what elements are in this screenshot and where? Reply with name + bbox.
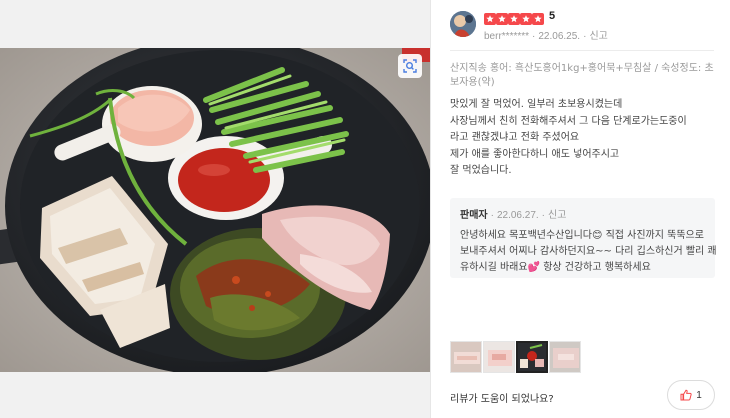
purchase-option: 산지직송 홍어: 흑산도홍어1kg+홍어묵+무침살 / 숙성정도: 초보자용(약… [450,63,714,88]
zoom-icon [403,59,417,73]
review-body: 맛있게 잘 먹었어. 일부러 초보용시켰는데 사장님께서 친히 전화해주셔서 그… [450,97,718,180]
thumbnail-4[interactable] [549,341,581,373]
review-line: 제가 애를 좋아한다하니 애도 넣어주시고 [450,148,620,160]
divider [450,50,714,51]
avatar [450,11,476,37]
seller-reply-header: 판매자 · 22.06.27. · 신고 [460,210,567,221]
rating-stars: 5 [484,10,556,25]
photo-thumbnails [450,341,582,373]
star-icon [484,10,496,25]
report-link[interactable]: 신고 [589,31,607,42]
thumbnail-2[interactable] [483,341,515,373]
review-line: 맛있게 잘 먹었어. 일부러 초보용시켰는데 [450,99,623,110]
review-line: 라고 괜찮겠냐고 전화 주셨어요 [450,132,580,143]
reviewer-username: berr******* [484,31,530,42]
seller-reply-body: 안녕하세요 목포백년수산입니다😊 직접 사진까지 뚝뚝으로 보내주셔서 어찌나 … [460,228,717,276]
review-photo-pane [0,0,430,418]
review-date: 22.06.25. [538,31,581,42]
seller-reply-line: 보내주셔서 어찌나 감사하던지요~~ 다리 깁스하신거 빨리 쾌 [460,246,717,257]
seller-reply-line: 안녕하세요 목포백년수산입니다😊 직접 사진까지 뚝뚝으로 [460,230,704,241]
star-icon [496,10,508,25]
photo-background-top [0,0,430,48]
avatar-image [450,11,476,37]
reviewer-header: 5 berr******* · 22.06.25. · 신고 [450,10,720,42]
star-icon [508,10,520,25]
seller-reply-date: 22.06.27. [496,210,539,221]
seller-report-link[interactable]: 신고 [548,210,566,221]
thumbnail-3[interactable] [516,341,548,373]
seller-label: 판매자 [460,210,488,221]
seller-reply: 판매자 · 22.06.27. · 신고 안녕하세요 목포백년수산입니다😊 직접 사진까… [450,198,717,278]
thumbs-up-icon [680,389,692,401]
like-button[interactable]: 1 [667,380,715,410]
review-meta: berr******* · 22.06.25. · 신고 [484,31,608,42]
review-line: 사장님께서 친히 전화해주셔서 그 다음 단계로가는도중이 [450,115,687,127]
review-detail-pane: 5 berr******* · 22.06.25. · 신고 산지직송 홍어: 흑산도홍… [431,0,730,418]
thumbnail-1[interactable] [450,341,482,373]
review-line: 잘 먹었습니다. [450,165,512,176]
food-photo-illustration [0,48,430,372]
review-photo[interactable] [0,48,430,372]
like-count: 1 [696,389,702,401]
photo-background-bottom [0,372,430,418]
zoom-button[interactable] [398,54,422,78]
seller-reply-line: 유하시길 바래요💕 항상 건강하고 행복하세요 [460,262,651,273]
helpful-question: 리뷰가 도움이 되었나요? [450,394,554,405]
star-icon [532,10,544,25]
star-icon [520,10,532,25]
rating-number: 5 [549,10,556,22]
